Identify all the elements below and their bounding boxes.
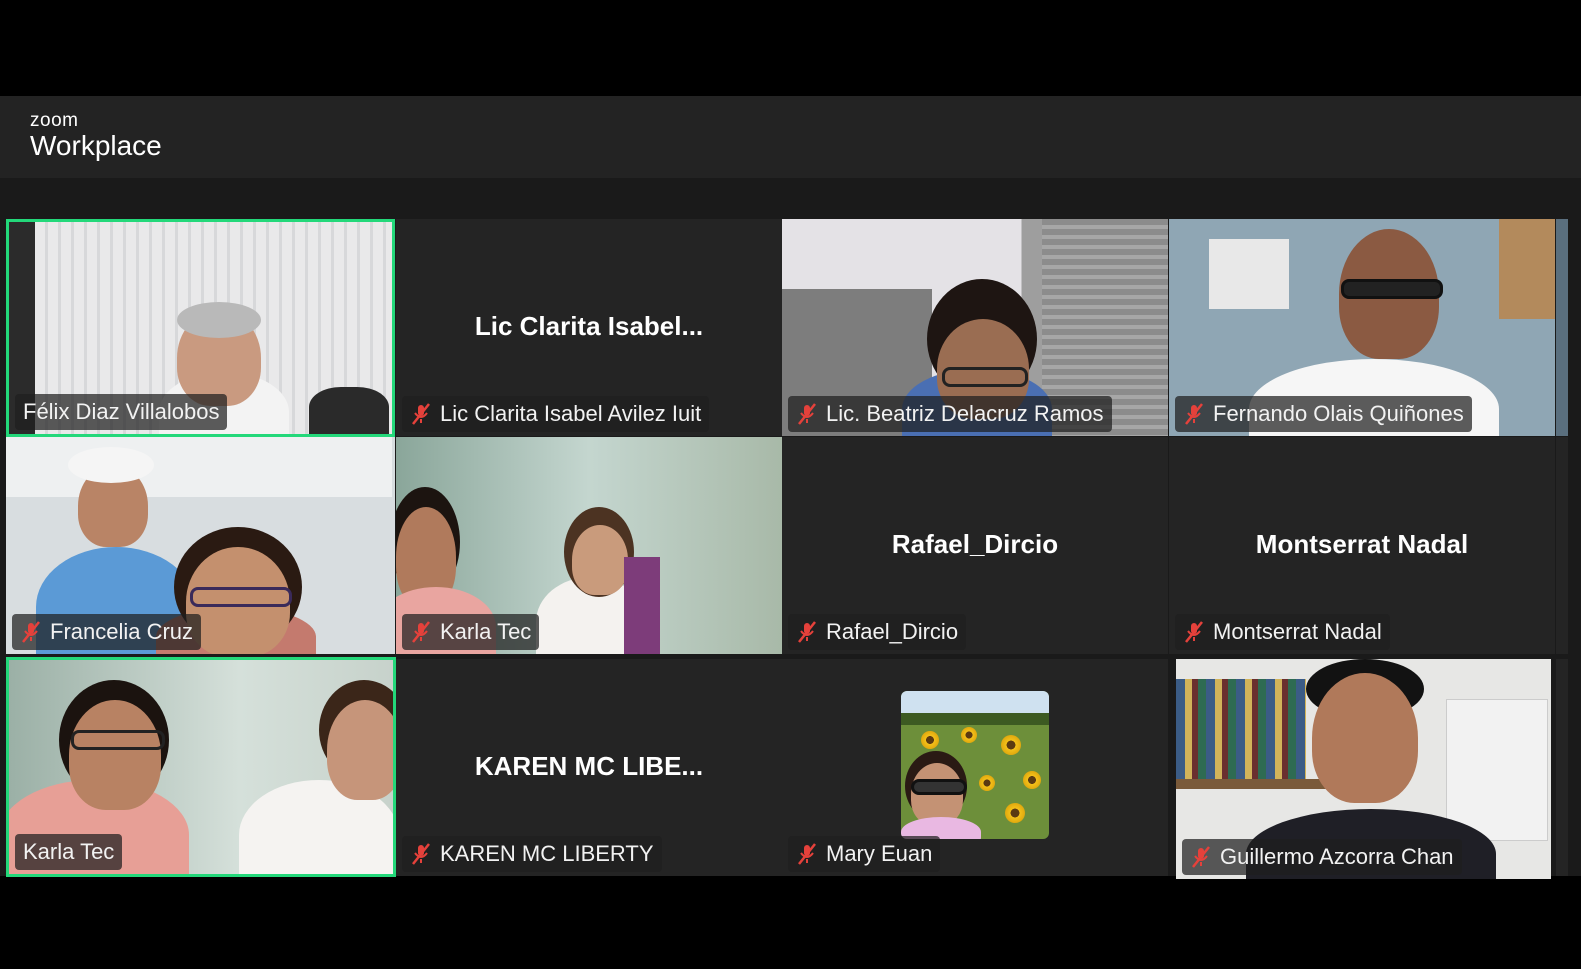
participant-tile-felix[interactable]: Félix Diaz Villalobos: [6, 219, 395, 437]
participant-nameplate: Lic Clarita Isabel Avilez Iuit: [402, 396, 710, 432]
participant-tile-fernando[interactable]: Fernando Olais Quiñones: [1169, 219, 1555, 436]
participant-name: Félix Diaz Villalobos: [23, 399, 220, 424]
partial-tile-edge: [1556, 659, 1568, 876]
participant-nameplate: Fernando Olais Quiñones: [1175, 396, 1472, 432]
participant-tile-guillermo[interactable]: Guillermo Azcorra Chan: [1176, 659, 1551, 879]
microphone-muted-icon: [798, 843, 816, 865]
participant-nameplate: Guillermo Azcorra Chan: [1182, 839, 1462, 875]
title-bar: zoom Workplace: [0, 96, 1581, 178]
participant-name: Francelia Cruz: [50, 619, 194, 644]
microphone-muted-icon: [1185, 403, 1203, 425]
participant-center-name: Rafael_Dircio: [891, 529, 1059, 559]
microphone-muted-icon: [412, 843, 430, 865]
participant-tile-beatriz[interactable]: Lic. Beatriz Delacruz Ramos: [782, 219, 1168, 436]
participant-nameplate: Rafael_Dircio: [788, 614, 967, 650]
participant-nameplate: Félix Diaz Villalobos: [15, 394, 228, 430]
participant-nameplate: Karla Tec: [402, 614, 540, 650]
participant-name: KAREN MC LIBERTY: [440, 841, 654, 866]
microphone-muted-icon: [1185, 621, 1203, 643]
partial-tile-edge: [1556, 437, 1568, 654]
microphone-muted-icon: [412, 403, 430, 425]
participant-nameplate: Lic. Beatriz Delacruz Ramos: [788, 396, 1112, 432]
participant-tile-mary[interactable]: Mary Euan: [782, 659, 1168, 876]
microphone-muted-icon: [22, 621, 40, 643]
microphone-muted-icon: [1192, 846, 1210, 868]
gallery-grid: Félix Diaz Villalobos Lic Clarita Isabel…: [0, 219, 1581, 879]
participant-name: Fernando Olais Quiñones: [1213, 401, 1464, 426]
participant-tile-karla-2[interactable]: Karla Tec: [6, 657, 396, 877]
participant-name: Karla Tec: [23, 839, 115, 864]
participant-center-name: Montserrat Nadal: [1255, 529, 1469, 559]
microphone-muted-icon: [798, 621, 816, 643]
partial-tile-edge: [1556, 219, 1568, 436]
participant-name: Karla Tec: [440, 619, 532, 644]
profile-photo-avatar: [901, 691, 1049, 839]
microphone-muted-icon: [798, 403, 816, 425]
zoom-logo: zoom: [30, 110, 79, 131]
participant-tile-karen[interactable]: KAREN MC LIBE... KAREN MC LIBERTY: [396, 659, 782, 876]
participant-name: Guillermo Azcorra Chan: [1220, 844, 1454, 869]
participant-nameplate: Francelia Cruz: [12, 614, 202, 650]
participant-name: Montserrat Nadal: [1213, 619, 1382, 644]
participant-name: Lic Clarita Isabel Avilez Iuit: [440, 401, 702, 426]
participant-tile-rafael[interactable]: Rafael_Dircio Rafael_Dircio: [782, 437, 1168, 654]
participant-tile-francelia[interactable]: Francelia Cruz: [6, 437, 395, 654]
participant-nameplate: Mary Euan: [788, 836, 941, 872]
microphone-muted-icon: [412, 621, 430, 643]
participant-name: Lic. Beatriz Delacruz Ramos: [826, 401, 1104, 426]
participant-name: Rafael_Dircio: [826, 619, 959, 644]
participant-tile-montserrat[interactable]: Montserrat Nadal Montserrat Nadal: [1169, 437, 1555, 654]
participant-tile-karla-1[interactable]: Karla Tec: [396, 437, 782, 654]
workplace-wordmark: Workplace: [30, 130, 162, 161]
participant-nameplate: KAREN MC LIBERTY: [402, 836, 662, 872]
participant-center-name: Lic Clarita Isabel...: [474, 311, 704, 341]
participant-center-name: KAREN MC LIBE...: [474, 751, 704, 781]
participant-tile-clarita[interactable]: Lic Clarita Isabel... Lic Clarita Isabel…: [396, 219, 782, 436]
participant-name: Mary Euan: [826, 841, 933, 866]
participant-nameplate: Montserrat Nadal: [1175, 614, 1390, 650]
participant-nameplate: Karla Tec: [15, 834, 123, 870]
